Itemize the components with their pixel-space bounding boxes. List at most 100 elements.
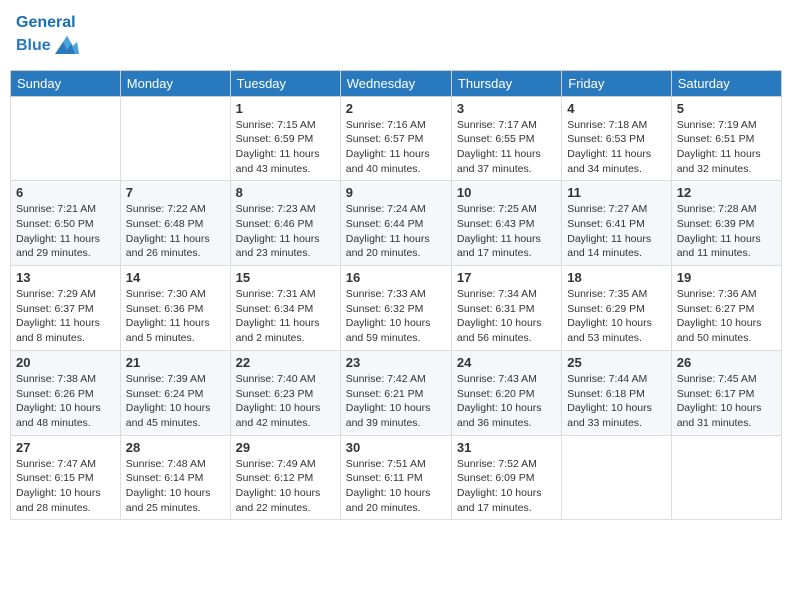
calendar-cell: 1Sunrise: 7:15 AM Sunset: 6:59 PM Daylig… [230, 96, 340, 181]
day-number: 5 [677, 101, 776, 116]
day-of-week-header: Friday [562, 70, 671, 96]
calendar-table: SundayMondayTuesdayWednesdayThursdayFrid… [10, 70, 782, 521]
day-of-week-header: Saturday [671, 70, 781, 96]
day-info: Sunrise: 7:28 AM Sunset: 6:39 PM Dayligh… [677, 202, 776, 261]
day-number: 14 [126, 270, 225, 285]
calendar-cell: 15 Sunrise: 7:31 AM Sunset: 6:34 PM Dayli… [230, 266, 340, 351]
calendar-cell: 18 Sunrise: 7:35 AM Sunset: 6:29 PM Dayli… [562, 266, 671, 351]
day-info: Sunrise: 7:19 AM Sunset: 6:51 PM Dayligh… [677, 118, 776, 177]
day-number: 2 [346, 101, 446, 116]
day-number: 1 [236, 101, 335, 116]
day-info: Sunrise: 7:30 AM Sunset: 6:36 PM Dayligh… [126, 287, 225, 346]
logo-icon [53, 32, 81, 60]
calendar-week-row: 27 Sunrise: 7:47 AM Sunset: 6:15 PM Dayli… [11, 435, 782, 520]
calendar-cell [562, 435, 671, 520]
calendar-cell: 2 Sunrise: 7:16 AM Sunset: 6:57 PM Daylig… [340, 96, 451, 181]
day-info: Sunrise: 7:34 AM Sunset: 6:31 PM Dayligh… [457, 287, 556, 346]
calendar-cell: 30 Sunrise: 7:51 AM Sunset: 6:11 PM Dayli… [340, 435, 451, 520]
day-number: 26 [677, 355, 776, 370]
calendar-cell [120, 96, 230, 181]
calendar-header-row: SundayMondayTuesdayWednesdayThursdayFrid… [11, 70, 782, 96]
day-info: Sunrise: 7:49 AM Sunset: 6:12 PM Dayligh… [236, 457, 335, 516]
day-info: Sunrise: 7:47 AM Sunset: 6:15 PM Dayligh… [16, 457, 115, 516]
day-of-week-header: Monday [120, 70, 230, 96]
day-info: Sunrise: 7:36 AM Sunset: 6:27 PM Dayligh… [677, 287, 776, 346]
day-info: Sunrise: 7:48 AM Sunset: 6:14 PM Dayligh… [126, 457, 225, 516]
day-number: 19 [677, 270, 776, 285]
day-info: Sunrise: 7:45 AM Sunset: 6:17 PM Dayligh… [677, 372, 776, 431]
day-number: 29 [236, 440, 335, 455]
day-info: Sunrise: 7:24 AM Sunset: 6:44 PM Dayligh… [346, 202, 446, 261]
day-info: Sunrise: 7:35 AM Sunset: 6:29 PM Dayligh… [567, 287, 665, 346]
day-of-week-header: Wednesday [340, 70, 451, 96]
day-number: 11 [567, 185, 665, 200]
calendar-week-row: 1Sunrise: 7:15 AM Sunset: 6:59 PM Daylig… [11, 96, 782, 181]
day-number: 8 [236, 185, 335, 200]
day-info: Sunrise: 7:27 AM Sunset: 6:41 PM Dayligh… [567, 202, 665, 261]
day-number: 6 [16, 185, 115, 200]
day-info: Sunrise: 7:52 AM Sunset: 6:09 PM Dayligh… [457, 457, 556, 516]
page-header: General Blue [10, 10, 782, 64]
day-number: 4 [567, 101, 665, 116]
calendar-cell: 5 Sunrise: 7:19 AM Sunset: 6:51 PM Daylig… [671, 96, 781, 181]
day-number: 10 [457, 185, 556, 200]
day-number: 30 [346, 440, 446, 455]
day-info: Sunrise: 7:33 AM Sunset: 6:32 PM Dayligh… [346, 287, 446, 346]
calendar-cell: 11 Sunrise: 7:27 AM Sunset: 6:41 PM Dayli… [562, 181, 671, 266]
calendar-cell: 6 Sunrise: 7:21 AM Sunset: 6:50 PM Daylig… [11, 181, 121, 266]
calendar-week-row: 20 Sunrise: 7:38 AM Sunset: 6:26 PM Dayli… [11, 350, 782, 435]
day-of-week-header: Tuesday [230, 70, 340, 96]
calendar-cell: 7 Sunrise: 7:22 AM Sunset: 6:48 PM Daylig… [120, 181, 230, 266]
day-number: 28 [126, 440, 225, 455]
day-info: Sunrise: 7:22 AM Sunset: 6:48 PM Dayligh… [126, 202, 225, 261]
day-number: 9 [346, 185, 446, 200]
calendar-cell: 20 Sunrise: 7:38 AM Sunset: 6:26 PM Dayli… [11, 350, 121, 435]
calendar-cell: 4 Sunrise: 7:18 AM Sunset: 6:53 PM Daylig… [562, 96, 671, 181]
day-of-week-header: Thursday [451, 70, 561, 96]
logo: General Blue [16, 14, 81, 60]
day-info: Sunrise: 7:21 AM Sunset: 6:50 PM Dayligh… [16, 202, 115, 261]
day-number: 27 [16, 440, 115, 455]
day-info: Sunrise: 7:18 AM Sunset: 6:53 PM Dayligh… [567, 118, 665, 177]
calendar-cell: 14 Sunrise: 7:30 AM Sunset: 6:36 PM Dayli… [120, 266, 230, 351]
day-info: Sunrise: 7:44 AM Sunset: 6:18 PM Dayligh… [567, 372, 665, 431]
calendar-cell: 31 Sunrise: 7:52 AM Sunset: 6:09 PM Dayli… [451, 435, 561, 520]
day-number: 23 [346, 355, 446, 370]
day-info: Sunrise: 7:42 AM Sunset: 6:21 PM Dayligh… [346, 372, 446, 431]
day-info: Sunrise: 7:51 AM Sunset: 6:11 PM Dayligh… [346, 457, 446, 516]
calendar-cell: 28 Sunrise: 7:48 AM Sunset: 6:14 PM Dayli… [120, 435, 230, 520]
calendar-cell: 12 Sunrise: 7:28 AM Sunset: 6:39 PM Dayli… [671, 181, 781, 266]
day-number: 24 [457, 355, 556, 370]
day-number: 15 [236, 270, 335, 285]
calendar-cell: 17 Sunrise: 7:34 AM Sunset: 6:31 PM Dayli… [451, 266, 561, 351]
day-info: Sunrise: 7:17 AM Sunset: 6:55 PM Dayligh… [457, 118, 556, 177]
logo-text: General Blue [16, 14, 81, 60]
day-number: 31 [457, 440, 556, 455]
day-info: Sunrise: 7:23 AM Sunset: 6:46 PM Dayligh… [236, 202, 335, 261]
day-number: 7 [126, 185, 225, 200]
calendar-cell: 16Sunrise: 7:33 AM Sunset: 6:32 PM Dayli… [340, 266, 451, 351]
day-info: Sunrise: 7:16 AM Sunset: 6:57 PM Dayligh… [346, 118, 446, 177]
calendar-cell: 22Sunrise: 7:40 AM Sunset: 6:23 PM Dayli… [230, 350, 340, 435]
calendar-cell: 10 Sunrise: 7:25 AM Sunset: 6:43 PM Dayli… [451, 181, 561, 266]
calendar-cell [11, 96, 121, 181]
calendar-cell: 25 Sunrise: 7:44 AM Sunset: 6:18 PM Dayli… [562, 350, 671, 435]
day-number: 12 [677, 185, 776, 200]
day-number: 22 [236, 355, 335, 370]
day-info: Sunrise: 7:25 AM Sunset: 6:43 PM Dayligh… [457, 202, 556, 261]
calendar-cell: 24 Sunrise: 7:43 AM Sunset: 6:20 PM Dayli… [451, 350, 561, 435]
calendar-cell: 8 Sunrise: 7:23 AM Sunset: 6:46 PM Daylig… [230, 181, 340, 266]
calendar-cell: 26 Sunrise: 7:45 AM Sunset: 6:17 PM Dayli… [671, 350, 781, 435]
day-info: Sunrise: 7:31 AM Sunset: 6:34 PM Dayligh… [236, 287, 335, 346]
calendar-cell: 19 Sunrise: 7:36 AM Sunset: 6:27 PM Dayli… [671, 266, 781, 351]
calendar-cell: 21Sunrise: 7:39 AM Sunset: 6:24 PM Dayli… [120, 350, 230, 435]
day-number: 13 [16, 270, 115, 285]
calendar-cell [671, 435, 781, 520]
day-number: 17 [457, 270, 556, 285]
day-info: Sunrise: 7:43 AM Sunset: 6:20 PM Dayligh… [457, 372, 556, 431]
day-number: 18 [567, 270, 665, 285]
day-info: Sunrise: 7:38 AM Sunset: 6:26 PM Dayligh… [16, 372, 115, 431]
day-number: 20 [16, 355, 115, 370]
day-number: 25 [567, 355, 665, 370]
day-info: Sunrise: 7:29 AM Sunset: 6:37 PM Dayligh… [16, 287, 115, 346]
